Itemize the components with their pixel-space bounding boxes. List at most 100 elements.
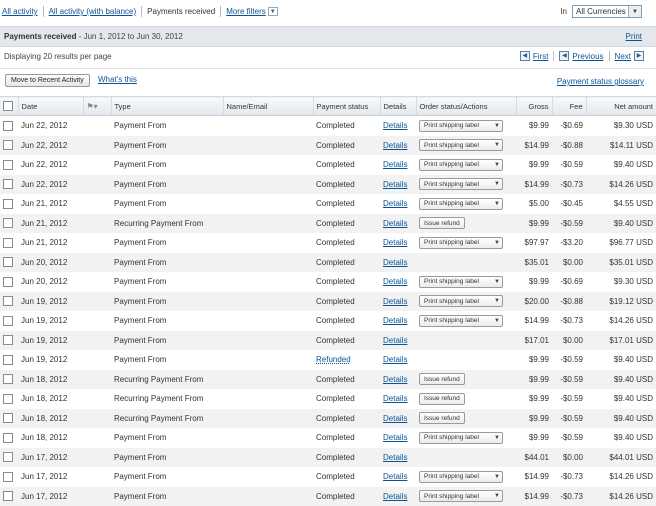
row-checkbox[interactable] — [3, 491, 13, 501]
print-shipping-label-dropdown[interactable]: Print shipping label▼ — [419, 237, 503, 249]
details-link[interactable]: Details — [383, 297, 407, 306]
print-shipping-label-dropdown[interactable]: Print shipping label▼ — [419, 276, 503, 288]
more-filters-chevron-icon[interactable]: ▼ — [268, 7, 278, 16]
currency-select[interactable]: All Currencies ▼ — [572, 5, 642, 18]
print-shipping-label-dropdown[interactable]: Print shipping label▼ — [419, 159, 503, 171]
print-shipping-label-dropdown[interactable]: Print shipping label▼ — [419, 295, 503, 307]
row-checkbox[interactable] — [3, 160, 13, 170]
print-shipping-label-dropdown[interactable]: Print shipping label▼ — [419, 471, 503, 483]
details-link[interactable]: Details — [383, 121, 407, 130]
details-link[interactable]: Details — [383, 141, 407, 150]
row-checkbox[interactable] — [3, 472, 13, 482]
print-shipping-label-dropdown[interactable]: Print shipping label▼ — [419, 432, 503, 444]
print-shipping-label-dropdown[interactable]: Print shipping label▼ — [419, 315, 503, 327]
table-row[interactable]: Jun 17, 2012Payment FromCompletedDetails… — [0, 448, 656, 468]
row-checkbox[interactable] — [3, 296, 13, 306]
row-checkbox[interactable] — [3, 374, 13, 384]
details-link[interactable]: Details — [383, 219, 407, 228]
details-link[interactable]: Details — [383, 336, 407, 345]
whats-this-link[interactable]: What's this — [98, 75, 137, 84]
table-row[interactable]: Jun 22, 2012Payment FromCompletedDetails… — [0, 155, 656, 175]
table-row[interactable]: Jun 20, 2012Payment FromCompletedDetails… — [0, 272, 656, 292]
all-activity-link[interactable]: All activity — [2, 7, 38, 16]
row-checkbox[interactable] — [3, 218, 13, 228]
details-link[interactable]: Details — [383, 180, 407, 189]
table-row[interactable]: Jun 21, 2012Recurring Payment FromComple… — [0, 214, 656, 234]
table-row[interactable]: Jun 18, 2012Payment FromCompletedDetails… — [0, 428, 656, 448]
row-checkbox[interactable] — [3, 277, 13, 287]
print-shipping-label-dropdown[interactable]: Print shipping label▼ — [419, 120, 503, 132]
table-row[interactable]: Jun 18, 2012Recurring Payment FromComple… — [0, 370, 656, 390]
row-checkbox[interactable] — [3, 413, 13, 423]
details-link[interactable]: Details — [383, 394, 407, 403]
details-link[interactable]: Details — [383, 355, 407, 364]
issue-refund-button[interactable]: Issue refund — [419, 393, 465, 405]
details-link[interactable]: Details — [383, 316, 407, 325]
column-name-email[interactable]: Name/Email — [223, 97, 313, 116]
payment-status[interactable]: Refunded — [316, 355, 351, 364]
row-checkbox[interactable] — [3, 316, 13, 326]
table-row[interactable]: Jun 20, 2012Payment FromCompletedDetails… — [0, 253, 656, 273]
table-row[interactable]: Jun 17, 2012Payment FromCompletedDetails… — [0, 487, 656, 506]
select-all-checkbox[interactable] — [3, 101, 13, 111]
chevron-down-icon: ▼ — [492, 474, 502, 480]
details-link[interactable]: Details — [383, 199, 407, 208]
table-row[interactable]: Jun 22, 2012Payment FromCompletedDetails… — [0, 116, 656, 136]
print-shipping-label-dropdown[interactable]: Print shipping label▼ — [419, 198, 503, 210]
table-row[interactable]: Jun 17, 2012Payment FromCompletedDetails… — [0, 467, 656, 487]
details-link[interactable]: Details — [383, 258, 407, 267]
table-row[interactable]: Jun 22, 2012Payment FromCompletedDetails… — [0, 175, 656, 195]
row-checkbox[interactable] — [3, 238, 13, 248]
row-checkbox[interactable] — [3, 179, 13, 189]
issue-refund-button[interactable]: Issue refund — [419, 217, 465, 229]
column-flag[interactable]: ⚑▾ — [83, 97, 111, 116]
column-date[interactable]: Date — [18, 97, 83, 116]
table-row[interactable]: Jun 19, 2012Payment FromCompletedDetails… — [0, 331, 656, 351]
row-checkbox[interactable] — [3, 355, 13, 365]
move-to-recent-activity-button[interactable]: Move to Recent Activity — [5, 74, 90, 87]
payment-status-glossary-link[interactable]: Payment status glossary — [557, 77, 644, 86]
details-link[interactable]: Details — [383, 492, 407, 501]
row-checkbox[interactable] — [3, 433, 13, 443]
fee-cell: -$0.73 — [552, 175, 586, 195]
print-shipping-label-dropdown[interactable]: Print shipping label▼ — [419, 490, 503, 502]
details-link[interactable]: Details — [383, 238, 407, 247]
issue-refund-button[interactable]: Issue refund — [419, 373, 465, 385]
row-checkbox[interactable] — [3, 140, 13, 150]
next-page-link[interactable]: Next — [615, 52, 631, 61]
previous-page-link[interactable]: Previous — [572, 52, 603, 61]
details-link[interactable]: Details — [383, 453, 407, 462]
row-checkbox[interactable] — [3, 335, 13, 345]
column-fee[interactable]: Fee — [552, 97, 586, 116]
table-row[interactable]: Jun 19, 2012Payment FromCompletedDetails… — [0, 292, 656, 312]
table-row[interactable]: Jun 18, 2012Recurring Payment FromComple… — [0, 409, 656, 429]
details-link[interactable]: Details — [383, 277, 407, 286]
more-filters-link[interactable]: More filters — [226, 7, 266, 16]
details-link[interactable]: Details — [383, 433, 407, 442]
row-checkbox[interactable] — [3, 121, 13, 131]
row-checkbox[interactable] — [3, 394, 13, 404]
table-row[interactable]: Jun 18, 2012Recurring Payment FromComple… — [0, 389, 656, 409]
row-checkbox[interactable] — [3, 257, 13, 267]
details-link[interactable]: Details — [383, 414, 407, 423]
table-row[interactable]: Jun 19, 2012Payment FromRefundedDetails$… — [0, 350, 656, 370]
print-shipping-label-dropdown[interactable]: Print shipping label▼ — [419, 139, 503, 151]
table-row[interactable]: Jun 19, 2012Payment FromCompletedDetails… — [0, 311, 656, 331]
details-link[interactable]: Details — [383, 375, 407, 384]
column-type[interactable]: Type — [111, 97, 223, 116]
first-page-link[interactable]: First — [533, 52, 549, 61]
row-checkbox[interactable] — [3, 199, 13, 209]
issue-refund-button[interactable]: Issue refund — [419, 412, 465, 424]
details-link[interactable]: Details — [383, 472, 407, 481]
table-row[interactable]: Jun 21, 2012Payment FromCompletedDetails… — [0, 194, 656, 214]
all-activity-balance-link[interactable]: All activity (with balance) — [49, 7, 137, 16]
details-link[interactable]: Details — [383, 160, 407, 169]
print-link[interactable]: Print — [626, 32, 642, 41]
row-checkbox[interactable] — [3, 452, 13, 462]
column-payment-status[interactable]: Payment status — [313, 97, 380, 116]
table-row[interactable]: Jun 22, 2012Payment FromCompletedDetails… — [0, 136, 656, 156]
column-gross[interactable]: Gross — [516, 97, 552, 116]
print-shipping-label-dropdown[interactable]: Print shipping label▼ — [419, 178, 503, 190]
column-net-amount[interactable]: Net amount — [586, 97, 656, 116]
table-row[interactable]: Jun 21, 2012Payment FromCompletedDetails… — [0, 233, 656, 253]
